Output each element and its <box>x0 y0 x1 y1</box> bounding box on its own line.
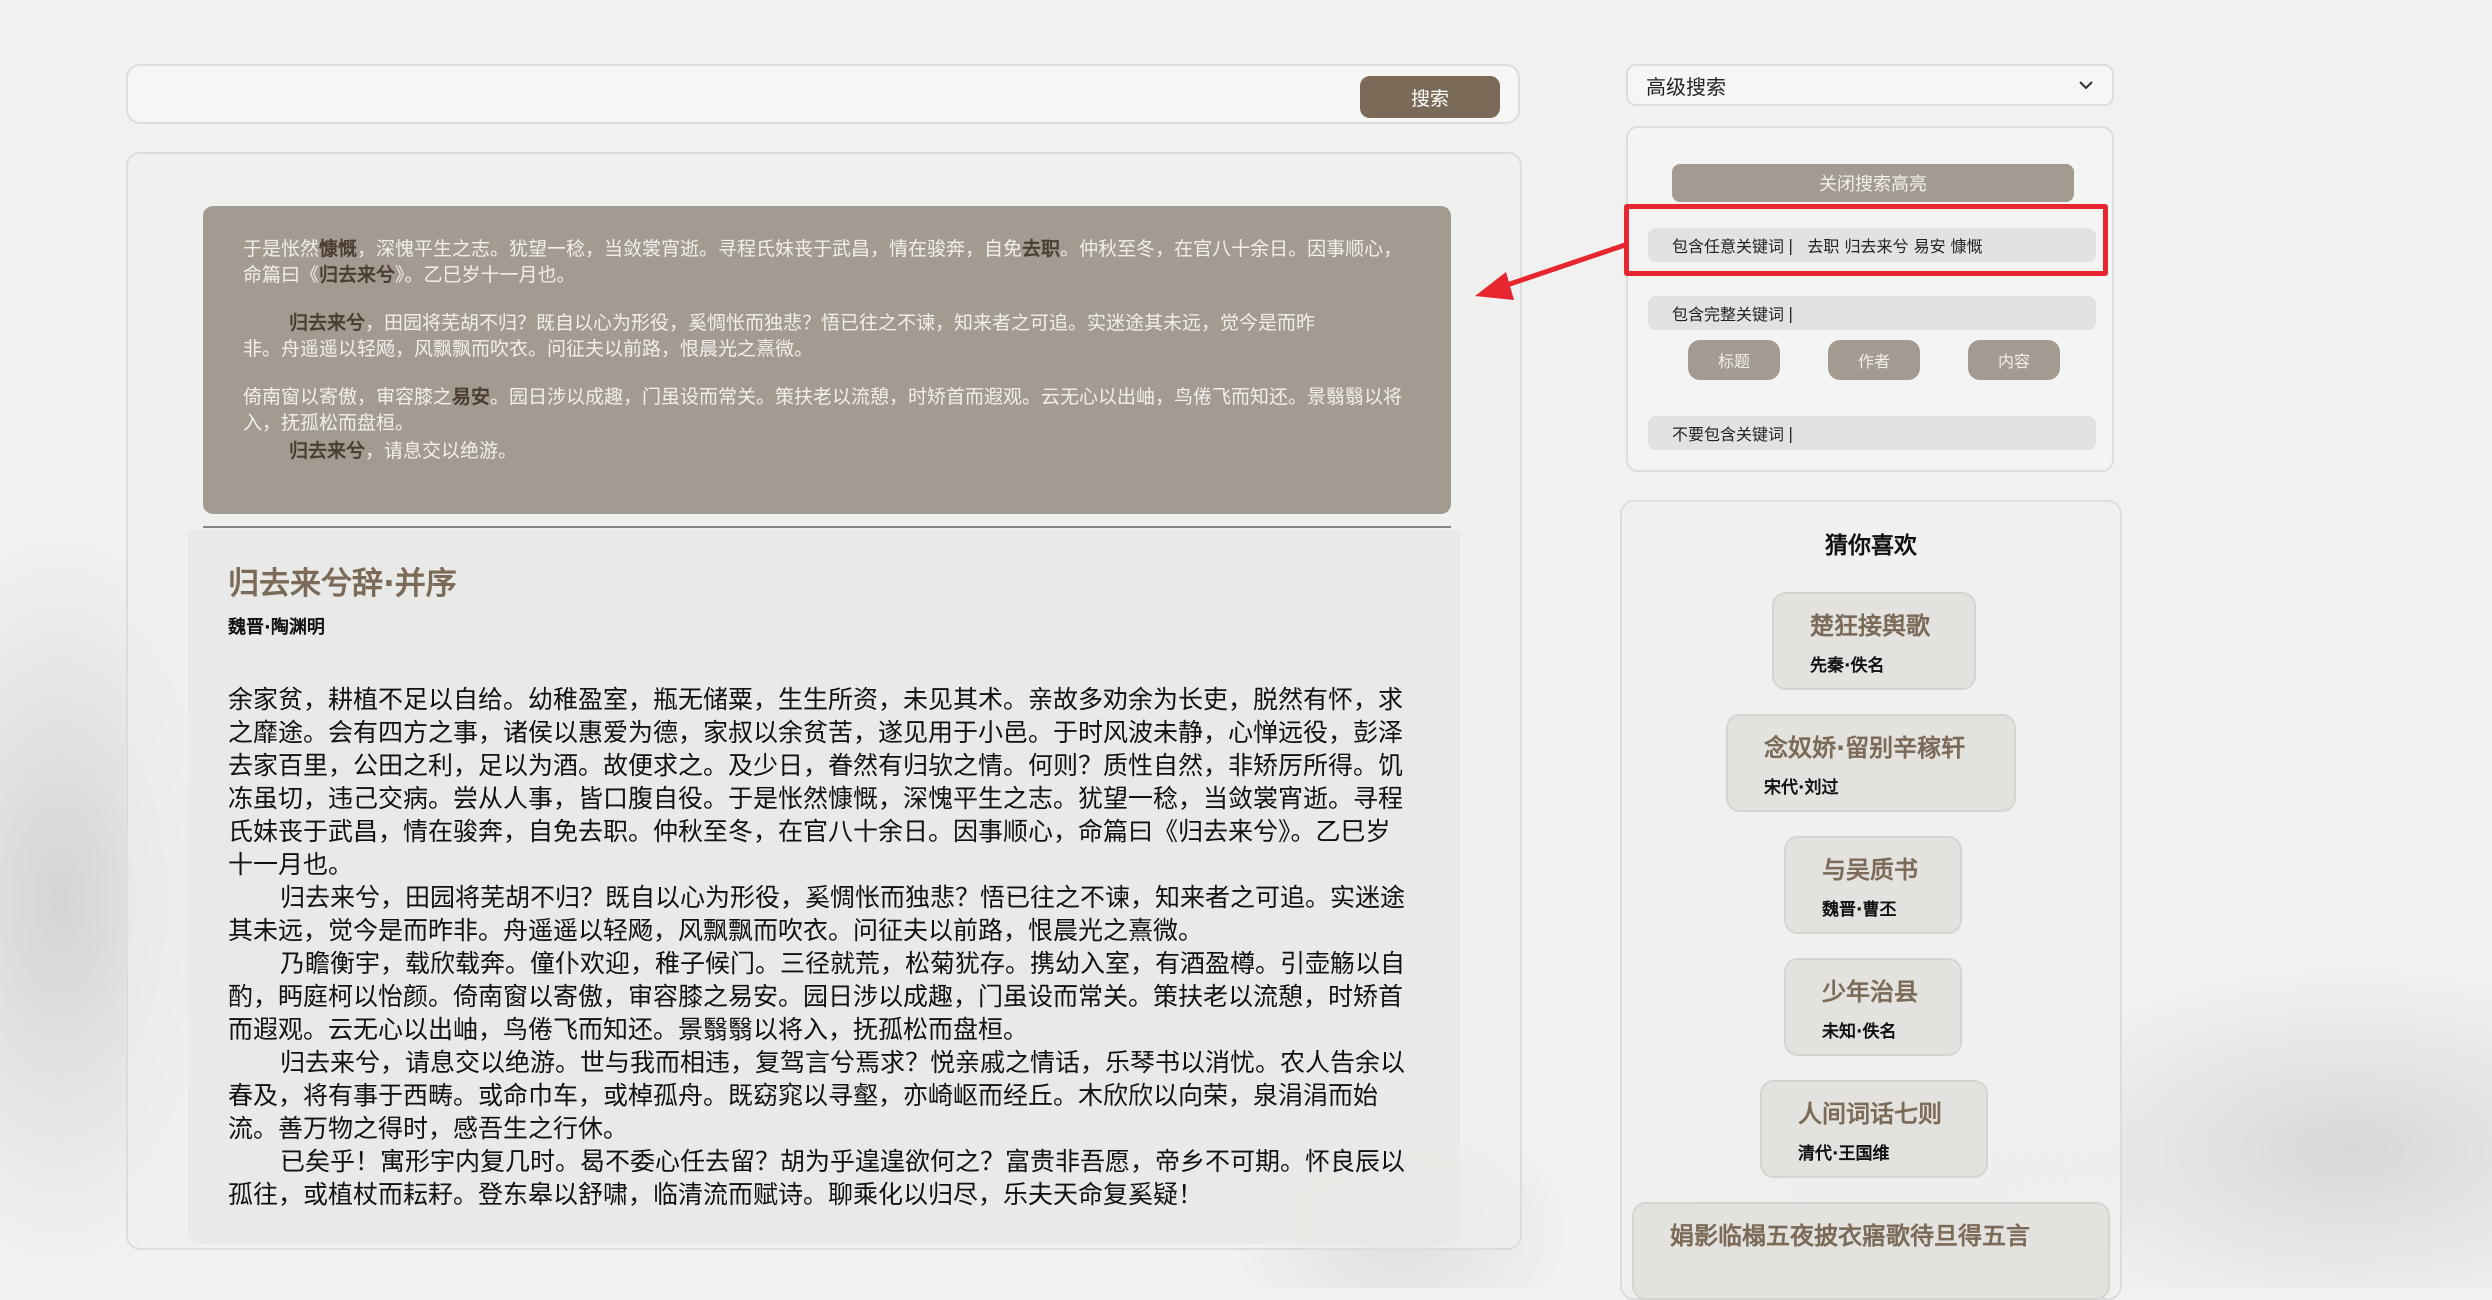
recommendation-title: 与吴质书 <box>1822 856 1918 884</box>
scope-title-button[interactable]: 标题 <box>1688 340 1780 380</box>
recommendation-title: 楚狂接舆歌 <box>1810 612 1930 640</box>
highlight-keyword: 易安 <box>452 386 491 408</box>
recommendation-title: 娟影临榻五夜披衣寤歌待旦得五言 <box>1670 1222 2030 1250</box>
recommendation-author: 宋代·刘过 <box>1764 778 1839 798</box>
recommendation-heading: 猜你喜欢 <box>1825 533 1917 559</box>
search-input[interactable] <box>148 78 1452 116</box>
main-panel: 于是怅然慷慨，深愧平生之志。犹望一稔，当敛裳宵逝。寻程氏妹丧于武昌，情在骏奔，自… <box>126 152 1522 1250</box>
scope-content-button[interactable]: 内容 <box>1968 340 2060 380</box>
search-button[interactable]: 搜索 <box>1360 76 1500 118</box>
poem-paragraph: 归去来兮，田园将芜胡不归？既自以心为形役，奚惆怅而独悲？悟已往之不谏，知来者之可… <box>228 883 1406 945</box>
highlight-text: 于是怅然 <box>243 238 320 260</box>
highlight-paragraph: 归去来兮，田园将芜胡不归？既自以心为形役，奚惆怅而独悲？悟已往之不谏，知来者之可… <box>243 310 1406 362</box>
recommendation-item[interactable]: 娟影临榻五夜披衣寤歌待旦得五言 <box>1632 1202 2110 1300</box>
annotation-highlight-box <box>1624 204 2108 276</box>
recommendation-item[interactable]: 念奴娇·留别辛稼轩 宋代·刘过 <box>1726 714 2016 812</box>
chevron-down-icon <box>2079 81 2093 90</box>
poem-author[interactable]: 魏晋·陶渊明 <box>228 613 1410 639</box>
exact-keyword-field[interactable]: 包含完整关键词 | <box>1648 296 2096 330</box>
field-separator: | <box>1788 423 1794 443</box>
advanced-search-panel: 关闭搜索高亮 包含任意关键词 | 去职 归去来兮 易安 慷慨 包含完整关键词 | 标… <box>1626 126 2114 472</box>
highlight-keyword: 慷慨 <box>319 238 358 260</box>
exclude-keyword-label: 不要包含关键词 <box>1672 425 1785 444</box>
recommendation-title: 少年治县 <box>1822 978 1918 1006</box>
highlight-text: 倚南窗以寄傲，审容膝之 <box>243 386 453 408</box>
advanced-search-label: 高级搜索 <box>1646 74 1726 99</box>
advanced-search-toggle[interactable]: 高级搜索 <box>1626 64 2114 106</box>
highlight-keyword: 归去来兮 <box>289 312 366 334</box>
recommendation-item[interactable]: 少年治县 未知·佚名 <box>1784 958 1962 1056</box>
highlight-text: ，请息交以绝游。 <box>365 440 518 462</box>
poem-paragraph: 归去来兮，请息交以绝游。世与我而相违，复驾言兮焉求？悦亲戚之情话，乐琴书以消忧。… <box>228 1048 1406 1143</box>
search-highlight-card: 于是怅然慷慨，深愧平生之志。犹望一稔，当敛裳宵逝。寻程氏妹丧于武昌，情在骏奔，自… <box>203 206 1451 514</box>
highlight-text: 》。乙巳岁十一月也。 <box>395 264 576 286</box>
highlight-text: ，深愧平生之志。犹望一稔，当敛裳宵逝。寻程氏妹丧于武昌，情在骏奔，自免 <box>357 238 1023 260</box>
search-bar: 搜索 <box>126 64 1520 124</box>
highlight-keyword: 归去来兮 <box>319 264 396 286</box>
poem-title[interactable]: 归去来兮辞·并序 <box>228 558 1410 603</box>
recommendation-author: 清代·王国维 <box>1798 1144 1890 1164</box>
highlight-keyword: 归去来兮 <box>289 440 366 462</box>
recommendation-item[interactable]: 人间词话七则 清代·王国维 <box>1760 1080 1988 1178</box>
highlight-paragraph: 于是怅然慷慨，深愧平生之志。犹望一稔，当敛裳宵逝。寻程氏妹丧于武昌，情在骏奔，自… <box>243 236 1406 288</box>
recommendation-panel: 猜你喜欢 楚狂接舆歌 先秦·佚名 念奴娇·留别辛稼轩 宋代·刘过 与吴质书 魏晋… <box>1620 500 2122 1300</box>
highlight-paragraph: 倚南窗以寄傲，审容膝之易安。园日涉以成趣，门虽设而常关。策扶老以流憩，时矫首而遐… <box>243 384 1406 436</box>
highlight-text: ，田园将芜胡不归？既自以心为形役，奚惆怅而独悲？悟已往之不谏，知来者之可追。实迷… <box>243 312 1316 360</box>
recommendation-item[interactable]: 与吴质书 魏晋·曹丕 <box>1784 836 1962 934</box>
poem-paragraph: 乃瞻衡宇，载欣载奔。僮仆欢迎，稚子候门。三径就荒，松菊犹存。携幼入室，有酒盈樽。… <box>228 949 1406 1044</box>
poem-paragraph: 已矣乎！寓形宇内复几时。曷不委心任去留？胡为乎遑遑欲何之？富贵非吾愿，帝乡不可期… <box>228 1147 1406 1209</box>
recommendation-author: 魏晋·曹丕 <box>1822 900 1897 920</box>
recommendation-author: 先秦·佚名 <box>1810 656 1885 676</box>
recommendation-item[interactable]: 楚狂接舆歌 先秦·佚名 <box>1772 592 1976 690</box>
recommendation-author: 未知·佚名 <box>1822 1022 1897 1042</box>
highlight-paragraph: 归去来兮，请息交以绝游。 <box>243 438 1406 464</box>
poem-body: 余家贫，耕植不足以自给。幼稚盈室，瓶无储粟，生生所资，未见其术。亲故多劝余为长吏… <box>228 683 1410 1211</box>
recommendation-title: 念奴娇·留别辛稼轩 <box>1764 734 1966 762</box>
divider <box>203 526 1451 528</box>
exclude-keyword-field[interactable]: 不要包含关键词 | <box>1648 416 2096 450</box>
scope-author-button[interactable]: 作者 <box>1828 340 1920 380</box>
close-highlight-button[interactable]: 关闭搜索高亮 <box>1672 164 2074 202</box>
exact-keyword-label: 包含完整关键词 <box>1672 305 1785 324</box>
annotation-arrow-icon <box>1475 241 1629 300</box>
poem-card: 归去来兮辞·并序 魏晋·陶渊明 余家贫，耕植不足以自给。幼稚盈室，瓶无储粟，生生… <box>188 530 1460 1244</box>
field-separator: | <box>1788 303 1794 323</box>
highlight-keyword: 去职 <box>1022 238 1061 260</box>
recommendation-title: 人间词话七则 <box>1798 1100 1942 1128</box>
poem-paragraph: 余家贫，耕植不足以自给。幼稚盈室，瓶无储粟，生生所资，未见其术。亲故多劝余为长吏… <box>228 685 1404 879</box>
